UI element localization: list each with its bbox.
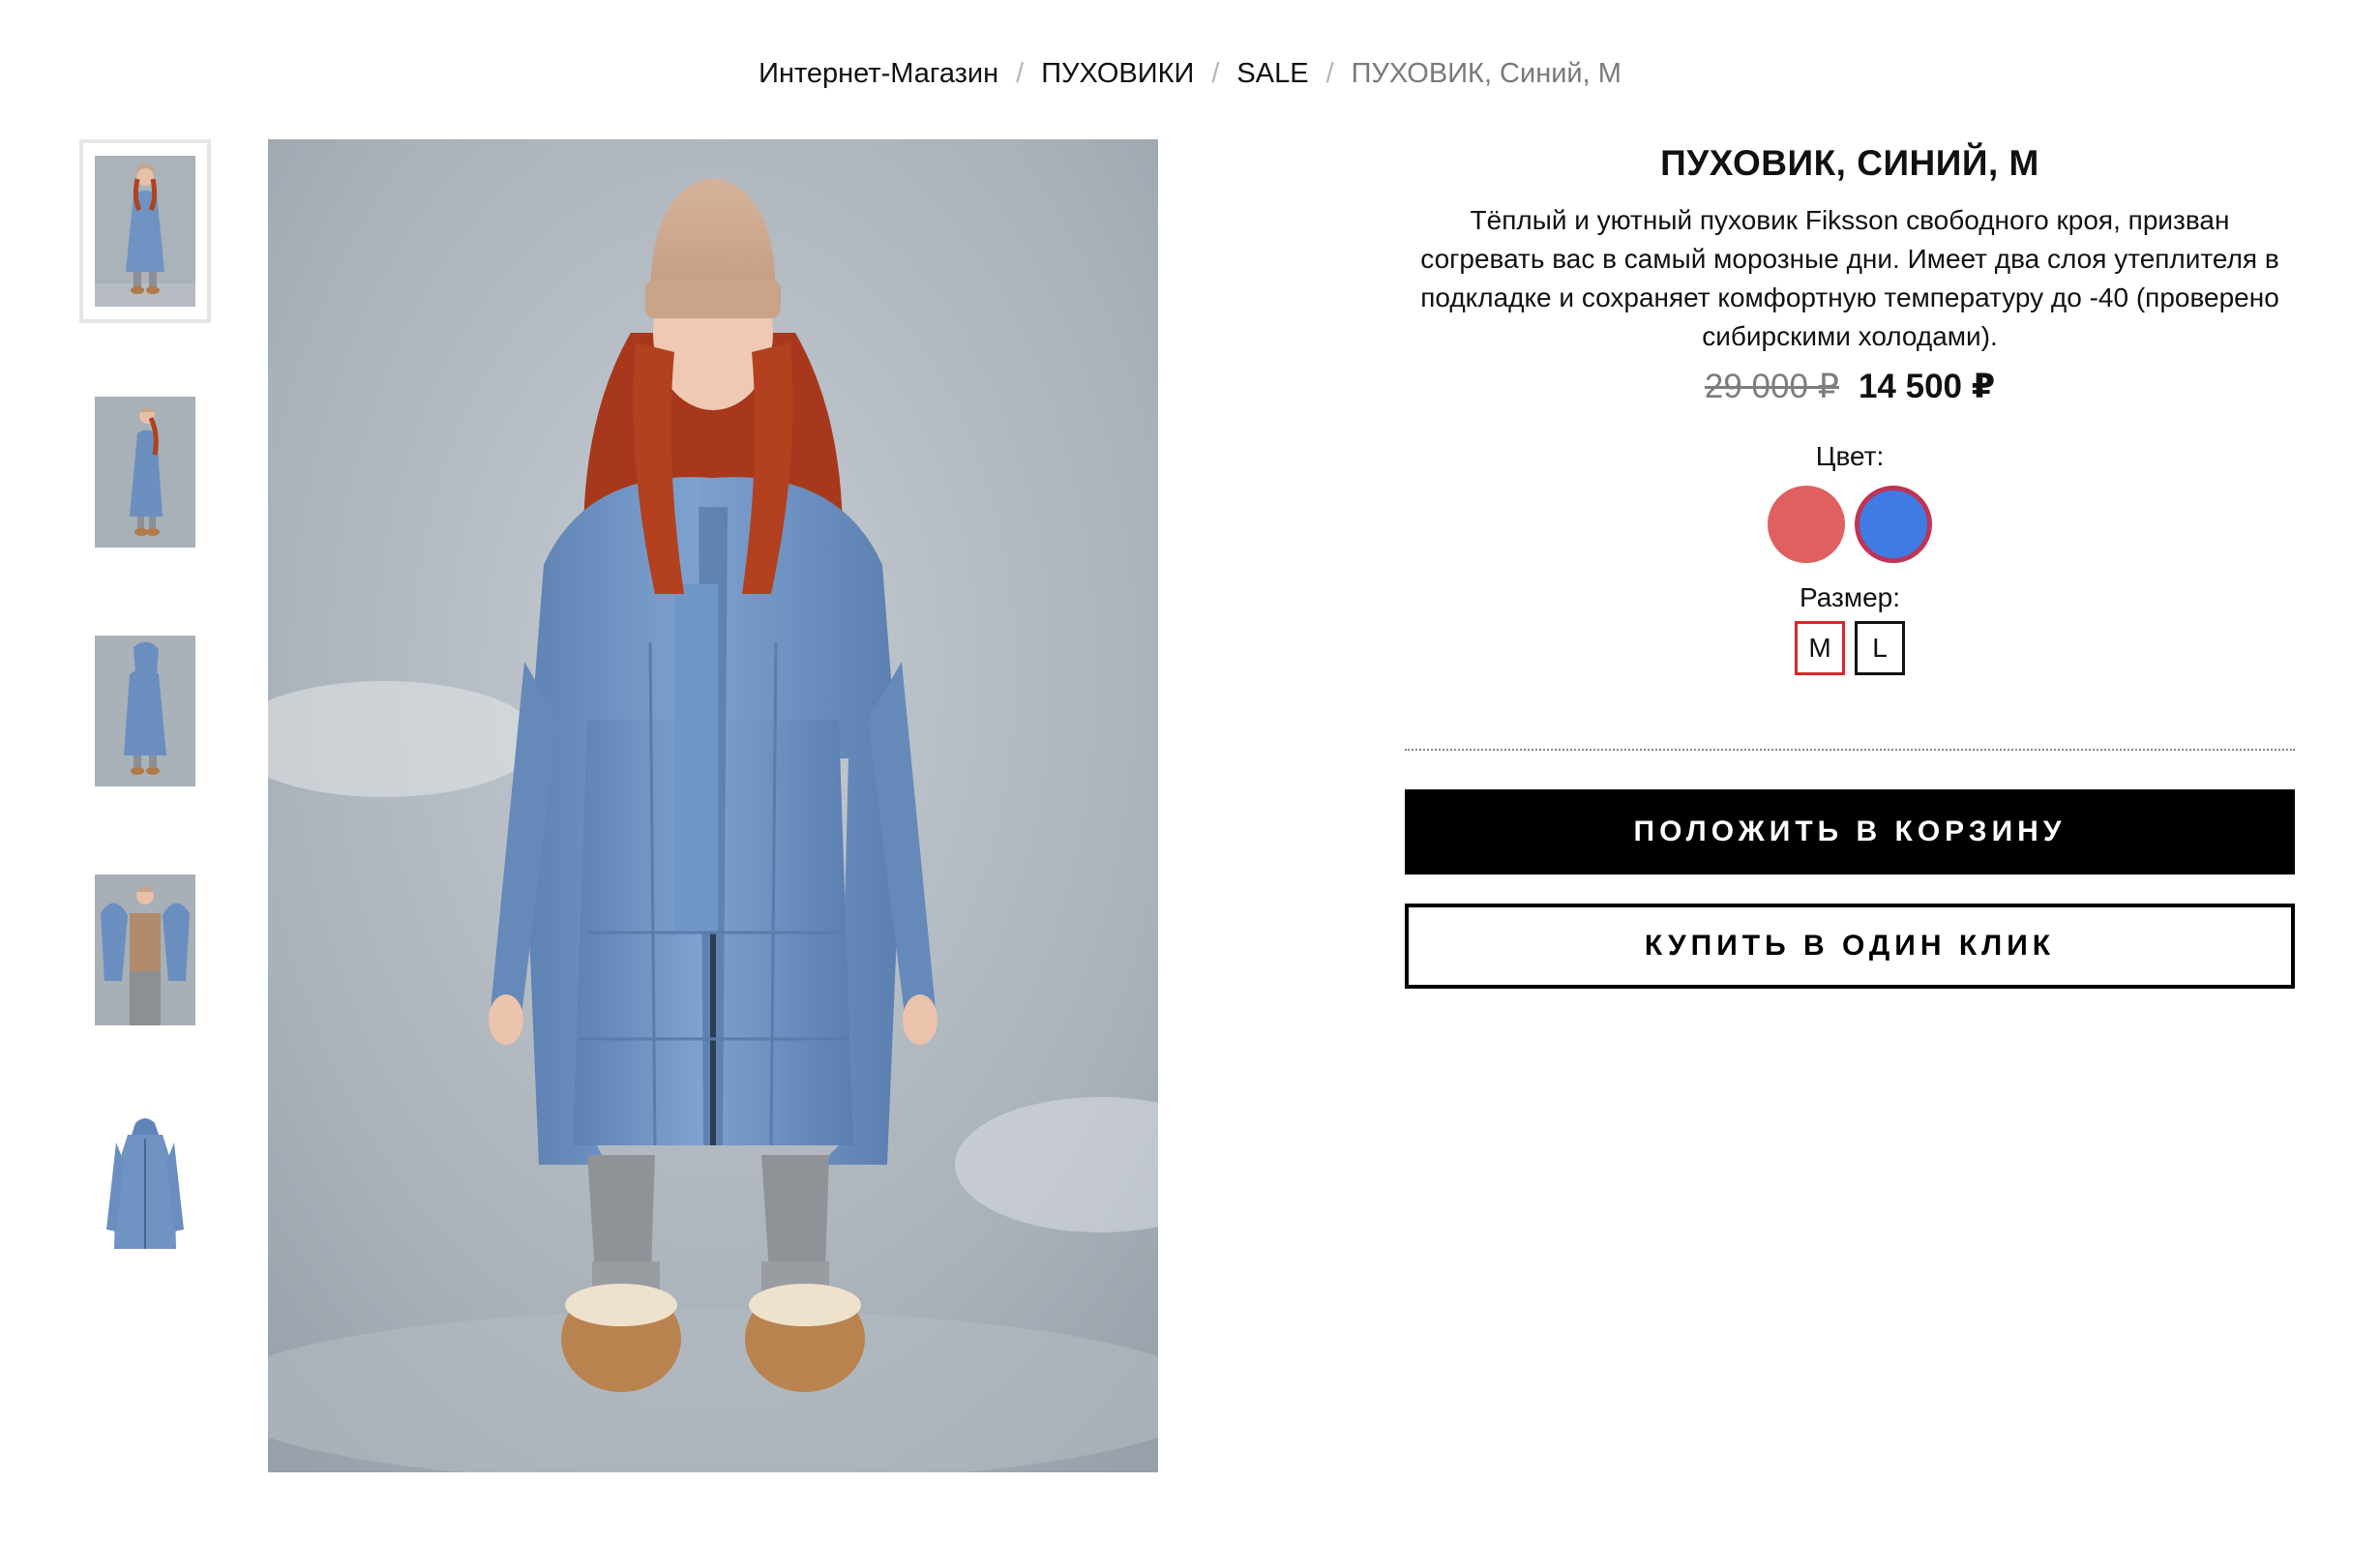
- breadcrumb-sale[interactable]: SALE: [1236, 58, 1308, 89]
- thumbnail-model-back[interactable]: [79, 619, 211, 803]
- divider: [1405, 749, 2295, 751]
- color-swatch-blue[interactable]: [1855, 486, 1932, 563]
- buy-one-click-button[interactable]: КУПИТЬ В ОДИН КЛИК: [1405, 904, 2295, 989]
- breadcrumb-separator: /: [1325, 58, 1334, 89]
- color-options: [1405, 486, 2295, 563]
- thumbnail-model-side[interactable]: [79, 380, 211, 564]
- breadcrumb-separator: /: [1211, 58, 1220, 89]
- thumbnail-image: [95, 636, 195, 786]
- thumbnail-model-front[interactable]: [79, 139, 211, 323]
- thumbnail-image: [95, 397, 195, 548]
- product-description: Тёплый и уютный пуховик Fiksson свободно…: [1420, 205, 2279, 351]
- color-label: Цвет:: [1815, 441, 1885, 471]
- color-swatch-red[interactable]: [1768, 486, 1845, 563]
- product-info: ПУХОВИК, СИНИЙ, M Тёплый и уютный пухови…: [1405, 139, 2295, 989]
- size-label: Размер:: [1799, 582, 1900, 612]
- thumbnail-model-open-coat[interactable]: [79, 858, 211, 1042]
- size-option-m[interactable]: M: [1795, 621, 1845, 675]
- breadcrumb-shop[interactable]: Интернет-Магазин: [759, 58, 998, 89]
- thumbnail-image: [95, 875, 195, 1025]
- add-to-cart-button[interactable]: ПОЛОЖИТЬ В КОРЗИНУ: [1405, 789, 2295, 875]
- product-main-image[interactable]: [268, 139, 1158, 1472]
- size-options: M L: [1405, 621, 2295, 675]
- thumbnail-image: [95, 1113, 195, 1264]
- breadcrumb-separator: /: [1016, 58, 1025, 89]
- breadcrumb-current: ПУХОВИК, Синий, M: [1351, 58, 1621, 89]
- breadcrumb-down-jackets[interactable]: ПУХОВИКИ: [1041, 58, 1194, 89]
- size-option-l[interactable]: L: [1855, 621, 1905, 675]
- old-price: 29 000 ₽: [1704, 368, 1839, 405]
- thumbnail-coat-flat-lay[interactable]: [79, 1097, 211, 1281]
- price-block: 29 000 ₽ 14 500 ₽: [1405, 368, 2295, 406]
- breadcrumb: Интернет-Магазин / ПУХОВИКИ / SALE / ПУХОВИК, …: [0, 58, 2380, 90]
- current-price: 14 500 ₽: [1858, 368, 1996, 405]
- thumbnail-image: [95, 156, 195, 307]
- product-title: ПУХОВИК, СИНИЙ, M: [1660, 143, 2039, 183]
